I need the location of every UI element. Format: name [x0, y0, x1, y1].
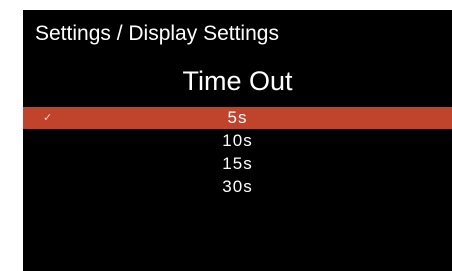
option-label: 30s	[222, 177, 253, 196]
option-label: 15s	[222, 154, 253, 173]
option-10s[interactable]: 10s	[23, 130, 452, 152]
option-15s[interactable]: 15s	[23, 153, 452, 175]
option-label: 10s	[222, 131, 253, 150]
option-5s[interactable]: ✓ 5s	[23, 107, 452, 129]
breadcrumb: Settings / Display Settings	[35, 22, 279, 45]
option-30s[interactable]: 30s	[23, 176, 452, 198]
timeout-options-list: ✓ 5s 10s 15s 30s	[23, 107, 452, 199]
display-screen: Settings / Display Settings Time Out ✓ 5…	[23, 10, 452, 271]
check-icon: ✓	[43, 112, 54, 124]
page-title: Time Out	[182, 66, 293, 96]
option-label: 5s	[227, 108, 248, 127]
